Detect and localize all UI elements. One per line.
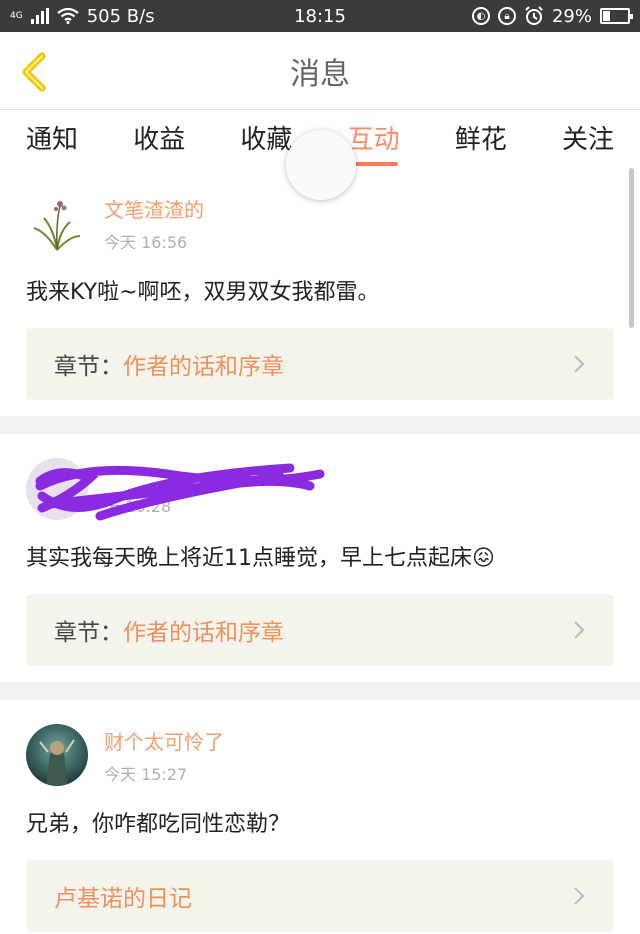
message-content: 我来KY啦~啊呸，双男双女我都雷。 — [26, 280, 380, 305]
battery-fill — [603, 11, 610, 21]
battery-percent: 29% — [551, 5, 592, 27]
scrollbar[interactable] — [629, 168, 634, 328]
timestamp: 今天 16:56 — [104, 232, 188, 252]
chapter-name: 卢基诺的日记 — [54, 886, 192, 912]
lock-rotation-icon: 🔒︎ — [497, 7, 516, 25]
message-content: 兄弟，你咋都吃同性恋勒？ — [26, 812, 291, 837]
tab-interaction[interactable]: 互动 — [348, 119, 400, 166]
message-list[interactable]: 文笔渣渣的 今天 16:56 我来KY啦~啊呸，双男双女我都雷。 章节：作者的话… — [0, 168, 640, 934]
user-info: 文笔渣渣的 今天 16:56 — [104, 194, 204, 253]
tab-earnings[interactable]: 收益 — [133, 119, 185, 160]
chapter-text: 章节：作者的话和序章 — [54, 613, 284, 647]
chapter-text: 卢基诺的日记 — [54, 879, 192, 913]
tab-notifications[interactable]: 通知 — [26, 119, 78, 160]
chevron-right-icon — [574, 355, 585, 373]
message-header: 文笔渣渣的 今天 16:56 — [26, 192, 614, 254]
chapter-link[interactable]: 卢基诺的日记 — [26, 860, 614, 932]
username[interactable]: 财个太可怜了 — [104, 726, 224, 755]
chapter-label: 章节： — [54, 620, 123, 646]
nav-bar: 消息 — [0, 32, 640, 110]
redaction-scribble — [35, 463, 325, 521]
battery-icon — [600, 8, 633, 24]
avatar[interactable] — [26, 192, 88, 254]
status-bar: 4G 505 B/s 18:15 ◐ 🔒︎ 29% — [0, 0, 640, 32]
touch-ripple — [286, 130, 356, 200]
data-saver-icon: ◐ — [471, 7, 490, 25]
tab-following[interactable]: 关注 — [562, 119, 614, 160]
back-arrow-icon[interactable] — [18, 52, 50, 92]
message-card: 天 16:28 其实我每天晚上将近11点睡觉，早上七点起床😖 章节：作者的话和序… — [0, 434, 640, 682]
wifi-icon — [57, 8, 79, 24]
chapter-label: 章节： — [54, 354, 123, 380]
chapter-link[interactable]: 章节：作者的话和序章 — [26, 328, 614, 400]
message-content: 其实我每天晚上将近11点睡觉，早上七点起床😖 — [26, 546, 495, 571]
chevron-right-icon — [574, 621, 585, 639]
tab-bar: 通知 收益 收藏 互动 鲜花 关注 — [0, 110, 640, 200]
avatar[interactable] — [26, 724, 88, 786]
orchid-icon — [26, 192, 88, 254]
page-title: 消息 — [290, 56, 350, 92]
alarm-icon — [525, 6, 543, 25]
user-info: 财个太可怜了 今天 15:27 — [104, 726, 224, 785]
chapter-name: 作者的话和序章 — [123, 620, 284, 646]
username[interactable]: 文笔渣渣的 — [104, 194, 204, 223]
network-speed: 505 B/s — [86, 5, 155, 27]
chapter-name: 作者的话和序章 — [123, 354, 284, 380]
message-card: 财个太可怜了 今天 15:27 兄弟，你咋都吃同性恋勒？ 卢基诺的日记 — [0, 700, 640, 934]
message-header: 财个太可怜了 今天 15:27 — [26, 724, 614, 786]
signal-icon — [30, 8, 49, 24]
chapter-text: 章节：作者的话和序章 — [54, 347, 284, 381]
chevron-right-icon — [574, 887, 585, 905]
timestamp: 今天 15:27 — [104, 764, 188, 784]
status-left: 4G 505 B/s — [10, 6, 155, 27]
tab-favorites[interactable]: 收藏 — [240, 119, 292, 160]
status-right: ◐ 🔒︎ 29% — [471, 5, 633, 27]
chapter-link[interactable]: 章节：作者的话和序章 — [26, 594, 614, 666]
avatar-image — [26, 724, 88, 786]
network-type: 4G — [10, 10, 23, 21]
message-card: 文笔渣渣的 今天 16:56 我来KY啦~啊呸，双男双女我都雷。 章节：作者的话… — [0, 168, 640, 416]
tab-flowers[interactable]: 鲜花 — [455, 119, 507, 160]
